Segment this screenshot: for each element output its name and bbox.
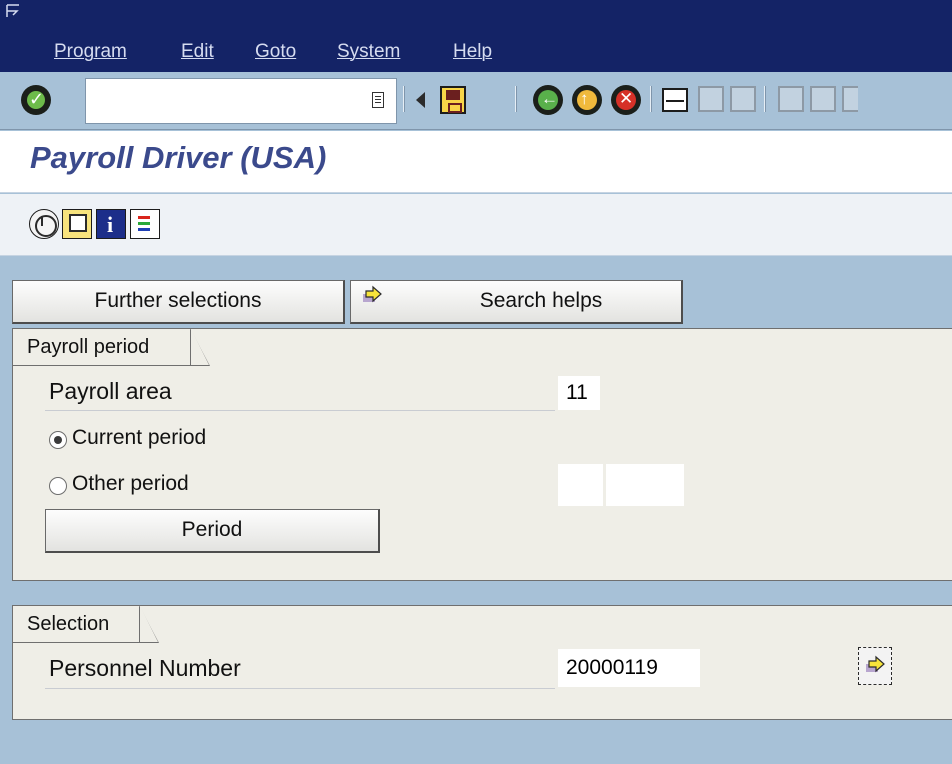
collapse-arrow-icon[interactable] bbox=[416, 92, 425, 108]
enter-checkmark-icon[interactable]: ✓ bbox=[21, 85, 51, 115]
print-icon[interactable] bbox=[662, 88, 688, 112]
payroll-area-input[interactable]: 11 bbox=[558, 376, 600, 410]
selection-group-title: Selection bbox=[12, 605, 159, 643]
yellow-arrow-icon bbox=[866, 655, 885, 673]
search-helps-button[interactable]: Search helps bbox=[350, 280, 683, 324]
page-title: Payroll Driver (USA) bbox=[30, 140, 327, 175]
other-period-radio[interactable] bbox=[49, 477, 67, 495]
first-page-icon bbox=[778, 86, 804, 112]
get-variant-icon[interactable] bbox=[62, 209, 92, 239]
selection-title-text: Selection bbox=[27, 613, 110, 635]
previous-page-icon bbox=[810, 86, 836, 112]
info-icon[interactable]: i bbox=[96, 209, 126, 239]
execute-icon[interactable] bbox=[29, 209, 59, 239]
group-tab-corner bbox=[140, 606, 158, 642]
menu-help[interactable]: Help bbox=[453, 41, 492, 63]
toolbar-separator bbox=[515, 86, 517, 112]
personnel-number-input[interactable]: 20000119 bbox=[558, 649, 700, 687]
system-menu-icon[interactable] bbox=[6, 4, 20, 18]
back-icon[interactable]: ← bbox=[533, 85, 563, 115]
menu-goto[interactable]: Goto bbox=[255, 41, 296, 63]
command-history-icon[interactable] bbox=[372, 92, 384, 108]
current-period-radio[interactable] bbox=[49, 431, 67, 449]
menu-edit[interactable]: Edit bbox=[181, 41, 214, 63]
find-icon bbox=[698, 86, 724, 112]
group-tab-corner bbox=[191, 329, 209, 365]
toolbar-separator bbox=[403, 86, 405, 112]
other-period-year-input[interactable] bbox=[606, 464, 684, 506]
personnel-number-label: Personnel Number bbox=[49, 655, 241, 681]
toolbar-separator bbox=[764, 86, 766, 112]
cancel-icon[interactable]: ✕ bbox=[611, 85, 641, 115]
menu-system[interactable]: System bbox=[337, 41, 400, 63]
field-divider bbox=[45, 688, 555, 689]
command-field[interactable] bbox=[85, 78, 397, 124]
menu-program[interactable]: Program bbox=[54, 41, 127, 63]
period-button[interactable]: Period bbox=[45, 509, 380, 553]
current-period-label[interactable]: Current period bbox=[72, 426, 206, 450]
find-next-icon bbox=[730, 86, 756, 112]
further-selections-button[interactable]: Further selections bbox=[12, 280, 345, 324]
next-page-icon bbox=[842, 86, 858, 112]
other-period-number-input[interactable] bbox=[558, 464, 603, 506]
selection-options-icon[interactable] bbox=[130, 209, 160, 239]
field-divider bbox=[45, 410, 555, 411]
payroll-period-title-text: Payroll period bbox=[27, 336, 150, 358]
payroll-area-label: Payroll area bbox=[49, 378, 172, 404]
toolbar-separator bbox=[650, 86, 652, 112]
yellow-arrow-icon bbox=[363, 285, 382, 303]
exit-icon[interactable]: ↑ bbox=[572, 85, 602, 115]
other-period-label[interactable]: Other period bbox=[72, 472, 189, 496]
payroll-period-group-title: Payroll period bbox=[12, 328, 210, 366]
save-icon[interactable] bbox=[440, 86, 466, 114]
